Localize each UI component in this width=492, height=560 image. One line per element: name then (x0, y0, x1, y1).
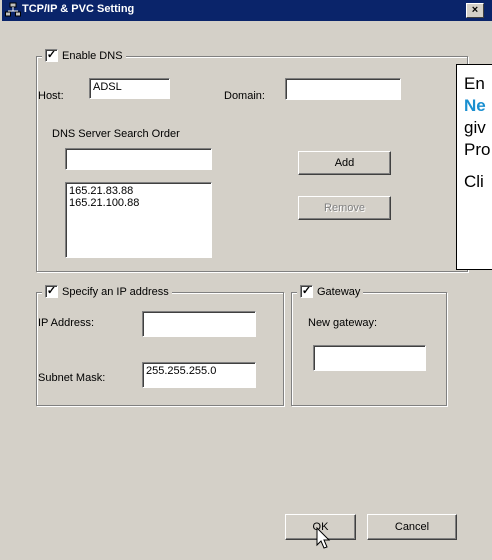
close-icon: × (471, 4, 479, 16)
dns-server-list[interactable]: 165.21.83.88 165.21.100.88 (65, 182, 212, 258)
callout-line: En (464, 74, 485, 93)
new-gateway-input[interactable] (313, 345, 426, 371)
domain-label: Domain: (224, 90, 265, 102)
specify-ip-legend[interactable]: ✓ Specify an IP address (42, 285, 172, 298)
gateway-legend[interactable]: ✓ Gateway (297, 285, 364, 298)
new-gateway-label: New gateway: (308, 317, 378, 329)
title-bar[interactable]: TCP/IP & PVC Setting × (2, 0, 492, 21)
mouse-cursor-icon (316, 527, 331, 549)
remove-button[interactable]: Remove (298, 196, 391, 220)
enable-dns-checkbox[interactable]: ✓ (45, 49, 58, 62)
gateway-label: Gateway (317, 285, 361, 298)
callout-line: Cli (464, 172, 484, 191)
enable-dns-label: Enable DNS (62, 49, 123, 62)
network-icon (5, 2, 21, 17)
enable-dns-legend[interactable]: ✓ Enable DNS (42, 49, 126, 62)
add-button[interactable]: Add (298, 151, 391, 175)
specify-ip-label: Specify an IP address (62, 285, 169, 298)
domain-input[interactable] (285, 78, 401, 100)
window-title: TCP/IP & PVC Setting (22, 3, 135, 15)
list-item[interactable]: 165.21.83.88 (69, 185, 208, 197)
list-item[interactable]: 165.21.100.88 (69, 197, 208, 209)
callout-line: giv (464, 118, 486, 137)
ip-address-group: ✓ Specify an IP address (36, 285, 284, 406)
subnet-mask-input[interactable]: 255.255.255.0 (142, 362, 256, 388)
ip-address-label: IP Address: (38, 317, 95, 329)
cancel-button[interactable]: Cancel (367, 514, 457, 540)
callout-line: Pro (464, 140, 491, 159)
close-button[interactable]: × (466, 3, 484, 18)
specify-ip-checkbox[interactable]: ✓ (45, 285, 58, 298)
dialog-window: TCP/IP & PVC Setting × ✓ Enable DNS Host… (0, 0, 492, 560)
dns-server-input[interactable] (65, 148, 212, 170)
help-callout: En Ne giv Pro Cli (456, 64, 492, 270)
host-label: Host: (38, 90, 64, 102)
subnet-mask-label: Subnet Mask: (38, 372, 106, 384)
callout-keyword: Ne (464, 96, 486, 115)
host-input[interactable]: ADSL (89, 78, 170, 99)
ip-address-input[interactable] (142, 311, 256, 337)
dns-search-order-label: DNS Server Search Order (52, 128, 180, 140)
gateway-checkbox[interactable]: ✓ (300, 285, 313, 298)
